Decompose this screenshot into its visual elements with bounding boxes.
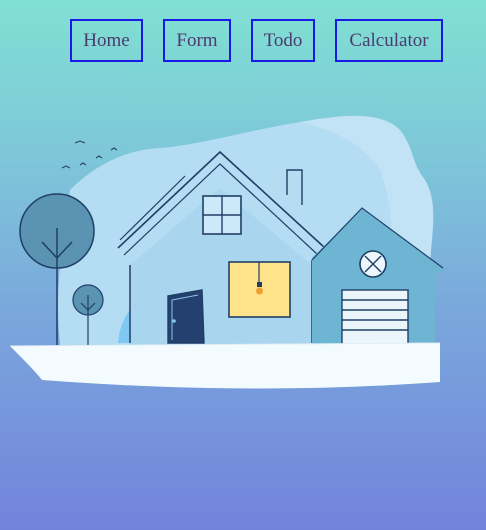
nav-calculator-button[interactable]: Calculator (335, 19, 443, 62)
nav-todo-button[interactable]: Todo (251, 19, 315, 62)
nav-home-button[interactable]: Home (70, 19, 143, 62)
house-illustration (9, 115, 444, 389)
nav-form-button[interactable]: Form (163, 19, 231, 62)
garage-door (341, 289, 409, 346)
ground-snow (10, 343, 440, 389)
door (167, 289, 205, 344)
top-nav: Home Form Todo Calculator (0, 19, 486, 66)
lightbulb-icon (256, 287, 263, 295)
